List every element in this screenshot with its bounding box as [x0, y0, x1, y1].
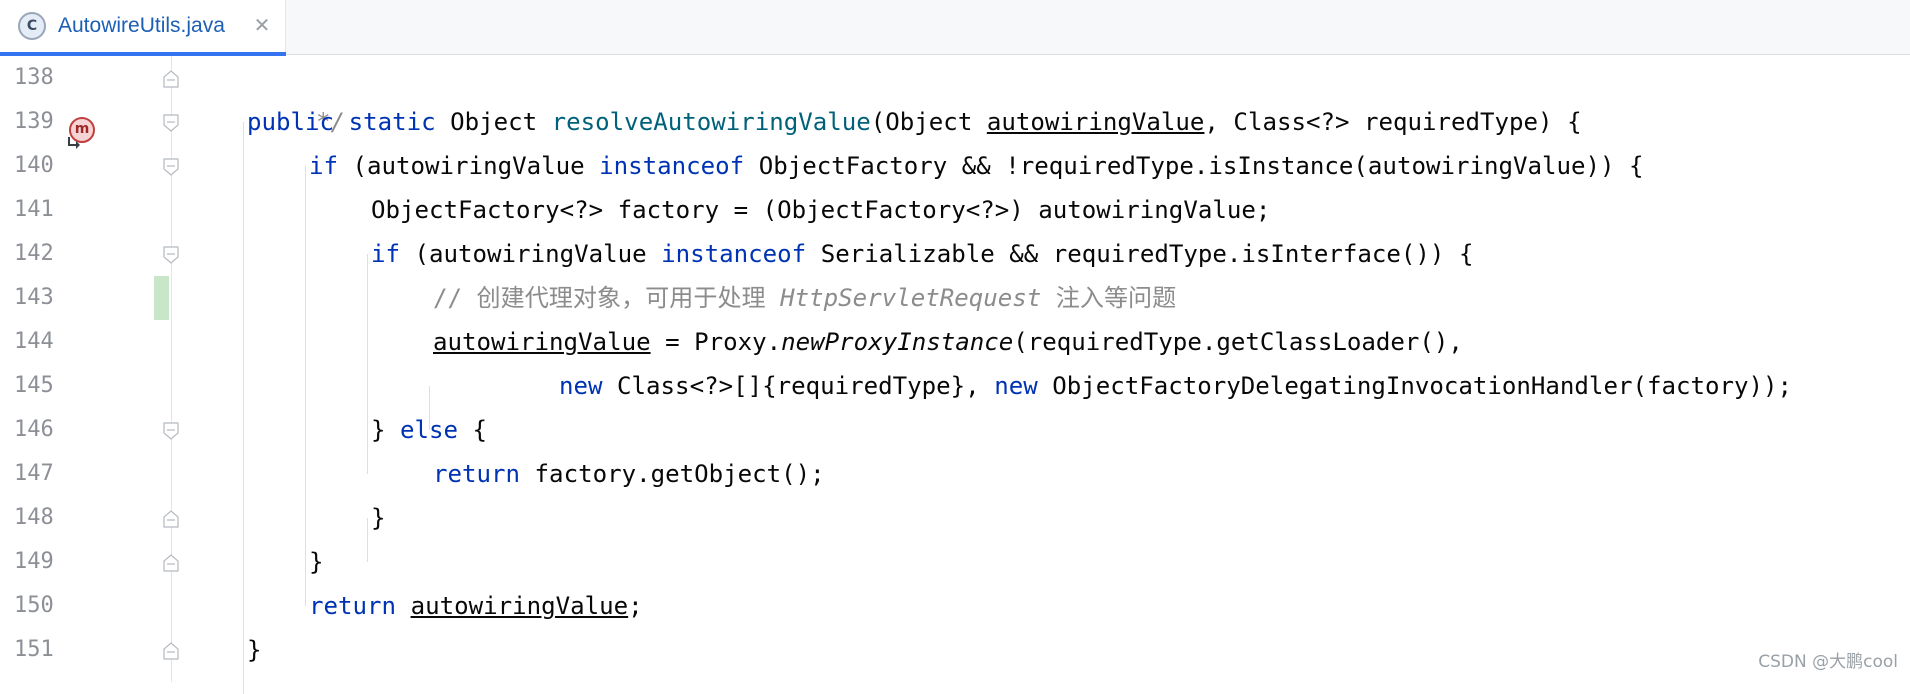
code-text: ObjectFactory && !requiredType.isInstanc…: [744, 152, 1644, 180]
code-text: (requiredType.getClassLoader(),: [1013, 328, 1463, 356]
method-name: resolveAutowiringValue: [551, 108, 871, 136]
keyword: public: [247, 108, 335, 136]
indent-guide: [305, 166, 306, 606]
line-number[interactable]: 149: [14, 540, 64, 584]
reassigned-parameter: autowiringValue: [986, 108, 1205, 136]
code-text: Serializable && requiredType.isInterface…: [806, 240, 1474, 268]
code-line-140[interactable]: if (autowiringValue instanceof ObjectFac…: [309, 144, 1644, 188]
keyword: static: [348, 108, 436, 136]
code-line-144[interactable]: autowiringValue = Proxy.newProxyInstance…: [433, 320, 1463, 364]
code-line-147[interactable]: return factory.getObject();: [433, 452, 825, 496]
code-line-149[interactable]: }: [309, 540, 324, 584]
line-number[interactable]: 140: [14, 144, 64, 188]
code-editor[interactable]: */ public static Object resolveAutowirin…: [173, 56, 1910, 694]
java-class-icon: C: [18, 12, 46, 40]
line-number[interactable]: 142: [14, 232, 64, 276]
tab-label[interactable]: AutowireUtils.java: [58, 14, 225, 38]
code-text: (autowiringValue: [338, 152, 600, 180]
code-text: ObjectFactoryDelegatingInvocationHandler…: [1037, 372, 1793, 400]
keyword: if: [309, 152, 339, 180]
keyword: new: [994, 372, 1038, 400]
line-comment-code: HttpServletRequest: [780, 284, 1042, 312]
indent-guide: [367, 518, 368, 562]
code-text: (autowiringValue: [400, 240, 662, 268]
code-line-138[interactable]: */: [258, 56, 345, 136]
line-number[interactable]: 139: [14, 100, 64, 144]
close-icon[interactable]: ✕: [250, 11, 274, 39]
code-line-143[interactable]: // 创建代理对象，可用于处理 HttpServletRequest 注入等问题: [433, 276, 1176, 320]
code-line-145[interactable]: new Class<?>[]{requiredType}, new Object…: [559, 364, 1792, 408]
line-number[interactable]: 138: [14, 56, 64, 100]
code-text: = Proxy.: [650, 328, 782, 356]
code-line-151[interactable]: }: [247, 628, 262, 672]
code-text: ;: [628, 592, 643, 620]
line-number[interactable]: 143: [14, 276, 64, 320]
watermark: CSDN @大鹏cool: [1758, 652, 1898, 672]
line-number[interactable]: 147: [14, 452, 64, 496]
static-method-call: newProxyInstance: [781, 328, 1014, 356]
code-text: , Class<?> requiredType) {: [1204, 108, 1582, 136]
code-line-141[interactable]: ObjectFactory<?> factory = (ObjectFactor…: [371, 188, 1270, 232]
line-number[interactable]: 146: [14, 408, 64, 452]
code-line-146[interactable]: } else {: [371, 408, 487, 452]
tab-autowireutils-java[interactable]: C AutowireUtils.java ✕: [0, 0, 286, 56]
keyword: else: [400, 416, 459, 444]
keyword: instanceof: [599, 152, 745, 180]
keyword: instanceof: [661, 240, 807, 268]
indent-guide: [367, 254, 368, 474]
line-number[interactable]: 151: [14, 628, 64, 672]
code-line-142[interactable]: if (autowiringValue instanceof Serializa…: [371, 232, 1473, 276]
reassigned-parameter: autowiringValue: [410, 592, 629, 620]
code-text: factory.getObject();: [520, 460, 825, 488]
editor-gutter: 138 139 140 141 142 143 144 145 146 147 …: [0, 56, 172, 682]
reassigned-parameter: autowiringValue: [433, 328, 651, 356]
line-comment: // 创建代理对象，可用于处理: [433, 284, 781, 312]
code-text: }: [371, 504, 386, 532]
editor-tab-bar: C AutowireUtils.java ✕: [0, 0, 1910, 56]
line-number[interactable]: 148: [14, 496, 64, 540]
code-text: }: [247, 636, 262, 664]
indent-guide: [243, 122, 244, 694]
keyword: if: [371, 240, 401, 268]
line-number[interactable]: 145: [14, 364, 64, 408]
code-text: {: [458, 416, 488, 444]
changed-line-marker[interactable]: [154, 276, 169, 320]
code-line-139[interactable]: public static Object resolveAutowiringVa…: [247, 100, 1582, 144]
line-number[interactable]: 150: [14, 584, 64, 628]
code-line-148[interactable]: }: [371, 496, 386, 540]
line-number[interactable]: 144: [14, 320, 64, 364]
code-text: (Object: [870, 108, 987, 136]
code-text: Object: [435, 108, 552, 136]
keyword: return: [309, 592, 397, 620]
code-text: Class<?>[]{requiredType},: [602, 372, 995, 400]
keyword: new: [559, 372, 603, 400]
implementation-arrow-icon[interactable]: [66, 134, 84, 152]
code-text: }: [371, 416, 401, 444]
code-text: }: [309, 548, 324, 576]
line-number[interactable]: 141: [14, 188, 64, 232]
keyword: return: [433, 460, 521, 488]
line-comment: 注入等问题: [1041, 284, 1177, 312]
code-line-150[interactable]: return autowiringValue;: [309, 584, 643, 628]
code-text: ObjectFactory<?> factory = (ObjectFactor…: [371, 196, 1271, 224]
